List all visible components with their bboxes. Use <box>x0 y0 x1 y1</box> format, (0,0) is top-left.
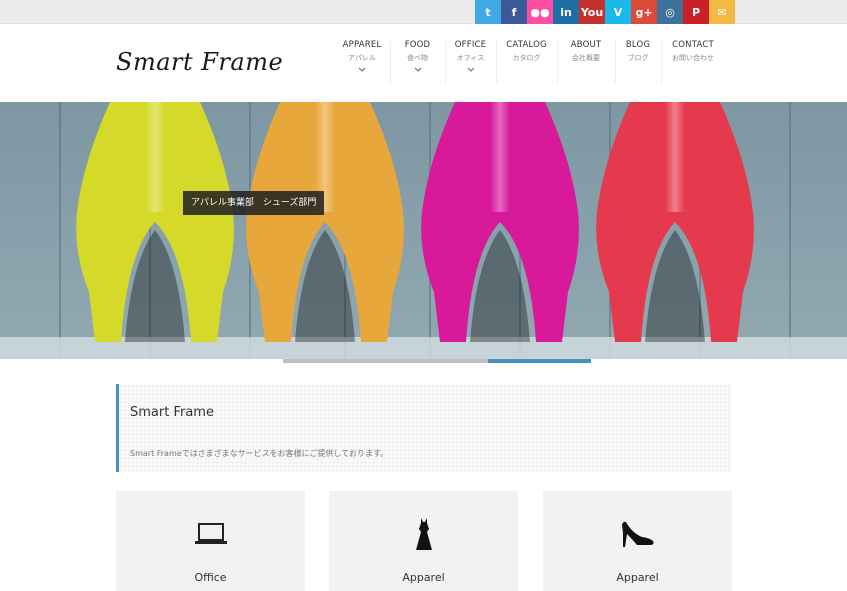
dress-icon <box>415 518 432 550</box>
nav-sublabel: ブログ <box>627 54 649 62</box>
chevron-down-icon <box>414 67 421 72</box>
nav-item-catalog[interactable]: CATALOG カタログ <box>496 39 557 87</box>
chevron-down-icon <box>358 67 366 72</box>
intro-box: Smart Frame Smart Frameではさまざまなサービスをお客様にご… <box>116 384 732 472</box>
flickr-icon[interactable]: ●● <box>527 0 553 24</box>
twitter-icon[interactable]: t <box>475 0 501 24</box>
site-header: Smart Frame APPAREL アパレル FOOD 食べ物 OFFICE… <box>0 24 847 102</box>
feature-card-apparel-dress[interactable]: Apparel <box>329 491 518 591</box>
social-links: t f ●● in You Vg+ ◎ P ✉ <box>475 0 735 24</box>
card-label: Office <box>194 571 227 584</box>
nav-label: ABOUT <box>570 40 602 50</box>
slide-indicator[interactable] <box>283 359 386 363</box>
nav-item-office[interactable]: OFFICE オフィス <box>445 39 496 87</box>
linkedin-icon[interactable]: in <box>553 0 579 24</box>
top-bar: t f ●● in You Vg+ ◎ P ✉ <box>0 0 847 24</box>
nav-item-contact[interactable]: CONTACT お問い合わせ <box>661 39 725 87</box>
nav-sublabel: 食べ物 <box>407 54 428 62</box>
nav-item-apparel[interactable]: APPAREL アパレル <box>334 39 390 87</box>
hero-caption: アパレル事業部 シューズ部門 <box>183 191 325 215</box>
hero-slider[interactable]: アパレル事業部 シューズ部門 <box>0 102 847 359</box>
nav-label: FOOD <box>404 40 431 50</box>
site-logo[interactable]: Smart Frame <box>116 48 283 76</box>
slide-indicator-active[interactable] <box>488 359 592 363</box>
high-heel-icon <box>621 521 654 547</box>
nav-sublabel: お問い合わせ <box>672 54 714 62</box>
feature-card-apparel-heel[interactable]: Apparel <box>543 491 732 591</box>
card-label: Apparel <box>616 571 659 584</box>
intro-text: Smart Frameではさまざまなサービスをお客様にご提供しております。 <box>130 449 389 458</box>
hero-image <box>0 102 847 359</box>
instagram-icon[interactable]: ◎ <box>657 0 683 24</box>
feature-card-office[interactable]: Office <box>116 491 305 591</box>
slide-indicator[interactable] <box>385 359 489 363</box>
nav-label: APPAREL <box>342 40 382 50</box>
laptop-icon <box>194 523 227 544</box>
google-plus-icon[interactable]: g+ <box>631 0 657 24</box>
nav-sublabel: アパレル <box>348 54 376 62</box>
nav-sublabel: 会社概要 <box>572 54 600 62</box>
mail-icon[interactable]: ✉ <box>709 0 735 24</box>
nav-item-blog[interactable]: BLOG ブログ <box>615 39 661 87</box>
facebook-icon[interactable]: f <box>501 0 527 24</box>
card-label: Apparel <box>402 571 445 584</box>
shoe-graphic <box>76 102 234 342</box>
main-nav: APPAREL アパレル FOOD 食べ物 OFFICE オフィス CATALO… <box>334 39 725 87</box>
nav-label: BLOG <box>625 40 651 50</box>
chevron-down-icon <box>467 67 474 72</box>
youtube-icon[interactable]: You <box>579 0 605 24</box>
nav-item-food[interactable]: FOOD 食べ物 <box>390 39 445 87</box>
nav-label: CONTACT <box>672 40 714 50</box>
nav-sublabel: カタログ <box>512 54 541 62</box>
nav-label: OFFICE <box>454 40 487 50</box>
vimeo-icon[interactable]: V <box>605 0 631 24</box>
nav-label: CATALOG <box>506 40 547 50</box>
shoe-graphic <box>596 102 754 342</box>
shoe-graphic <box>421 102 579 342</box>
shoe-graphic <box>246 102 404 342</box>
pinterest-icon[interactable]: P <box>683 0 709 24</box>
intro-title: Smart Frame <box>130 405 214 420</box>
slider-pagination <box>283 359 592 363</box>
nav-item-about[interactable]: ABOUT 会社概要 <box>557 39 615 87</box>
nav-sublabel: オフィス <box>456 54 485 62</box>
